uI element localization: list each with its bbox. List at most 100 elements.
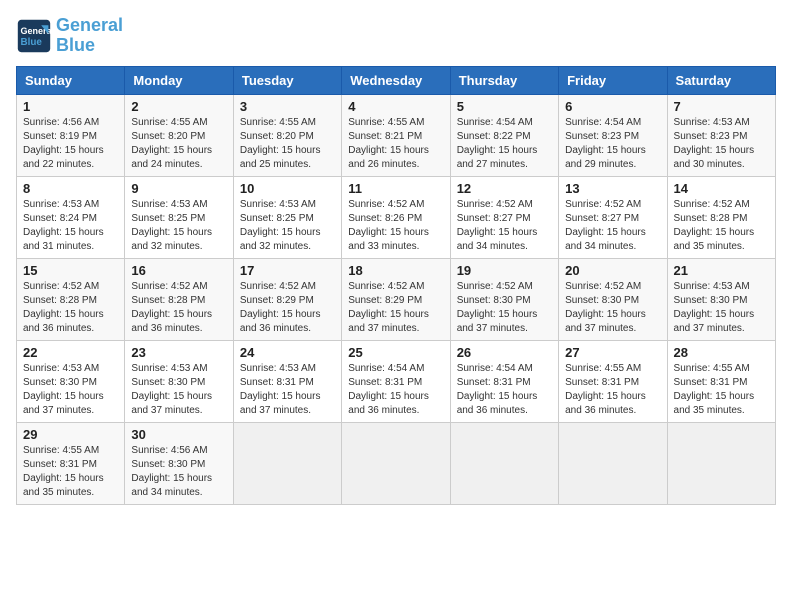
day-number: 23 xyxy=(131,345,226,360)
calendar-cell: 20 Sunrise: 4:52 AM Sunset: 8:30 PM Dayl… xyxy=(559,258,667,340)
calendar-cell: 2 Sunrise: 4:55 AM Sunset: 8:20 PM Dayli… xyxy=(125,94,233,176)
calendar-cell: 19 Sunrise: 4:52 AM Sunset: 8:30 PM Dayl… xyxy=(450,258,558,340)
calendar-cell: 8 Sunrise: 4:53 AM Sunset: 8:24 PM Dayli… xyxy=(17,176,125,258)
day-info: Sunrise: 4:52 AM Sunset: 8:29 PM Dayligh… xyxy=(348,280,443,336)
day-info: Sunrise: 4:55 AM Sunset: 8:31 PM Dayligh… xyxy=(674,362,769,418)
day-number: 9 xyxy=(131,181,226,196)
col-header-monday: Monday xyxy=(125,66,233,94)
day-info: Sunrise: 4:52 AM Sunset: 8:27 PM Dayligh… xyxy=(565,198,660,254)
col-header-friday: Friday xyxy=(559,66,667,94)
day-info: Sunrise: 4:53 AM Sunset: 8:30 PM Dayligh… xyxy=(131,362,226,418)
day-info: Sunrise: 4:55 AM Sunset: 8:31 PM Dayligh… xyxy=(23,444,118,500)
day-info: Sunrise: 4:54 AM Sunset: 8:31 PM Dayligh… xyxy=(348,362,443,418)
day-number: 1 xyxy=(23,99,118,114)
day-number: 5 xyxy=(457,99,552,114)
col-header-thursday: Thursday xyxy=(450,66,558,94)
day-number: 16 xyxy=(131,263,226,278)
calendar-cell: 13 Sunrise: 4:52 AM Sunset: 8:27 PM Dayl… xyxy=(559,176,667,258)
day-number: 2 xyxy=(131,99,226,114)
day-number: 25 xyxy=(348,345,443,360)
day-number: 24 xyxy=(240,345,335,360)
day-number: 10 xyxy=(240,181,335,196)
col-header-wednesday: Wednesday xyxy=(342,66,450,94)
day-info: Sunrise: 4:52 AM Sunset: 8:26 PM Dayligh… xyxy=(348,198,443,254)
calendar-cell: 24 Sunrise: 4:53 AM Sunset: 8:31 PM Dayl… xyxy=(233,340,341,422)
day-number: 26 xyxy=(457,345,552,360)
col-header-sunday: Sunday xyxy=(17,66,125,94)
day-number: 29 xyxy=(23,427,118,442)
day-info: Sunrise: 4:53 AM Sunset: 8:31 PM Dayligh… xyxy=(240,362,335,418)
day-info: Sunrise: 4:54 AM Sunset: 8:31 PM Dayligh… xyxy=(457,362,552,418)
day-info: Sunrise: 4:53 AM Sunset: 8:30 PM Dayligh… xyxy=(23,362,118,418)
calendar-cell: 28 Sunrise: 4:55 AM Sunset: 8:31 PM Dayl… xyxy=(667,340,775,422)
calendar-cell: 6 Sunrise: 4:54 AM Sunset: 8:23 PM Dayli… xyxy=(559,94,667,176)
calendar-cell: 25 Sunrise: 4:54 AM Sunset: 8:31 PM Dayl… xyxy=(342,340,450,422)
calendar-cell: 18 Sunrise: 4:52 AM Sunset: 8:29 PM Dayl… xyxy=(342,258,450,340)
calendar-cell: 15 Sunrise: 4:52 AM Sunset: 8:28 PM Dayl… xyxy=(17,258,125,340)
day-info: Sunrise: 4:55 AM Sunset: 8:31 PM Dayligh… xyxy=(565,362,660,418)
col-header-saturday: Saturday xyxy=(667,66,775,94)
day-info: Sunrise: 4:55 AM Sunset: 8:21 PM Dayligh… xyxy=(348,116,443,172)
day-info: Sunrise: 4:53 AM Sunset: 8:24 PM Dayligh… xyxy=(23,198,118,254)
day-info: Sunrise: 4:52 AM Sunset: 8:29 PM Dayligh… xyxy=(240,280,335,336)
day-info: Sunrise: 4:53 AM Sunset: 8:25 PM Dayligh… xyxy=(131,198,226,254)
calendar-cell: 12 Sunrise: 4:52 AM Sunset: 8:27 PM Dayl… xyxy=(450,176,558,258)
day-info: Sunrise: 4:53 AM Sunset: 8:23 PM Dayligh… xyxy=(674,116,769,172)
day-info: Sunrise: 4:53 AM Sunset: 8:30 PM Dayligh… xyxy=(674,280,769,336)
day-number: 20 xyxy=(565,263,660,278)
calendar-cell: 16 Sunrise: 4:52 AM Sunset: 8:28 PM Dayl… xyxy=(125,258,233,340)
calendar-cell: 23 Sunrise: 4:53 AM Sunset: 8:30 PM Dayl… xyxy=(125,340,233,422)
calendar-table: SundayMondayTuesdayWednesdayThursdayFrid… xyxy=(16,66,776,505)
svg-text:Blue: Blue xyxy=(21,37,43,48)
day-number: 3 xyxy=(240,99,335,114)
calendar-cell: 26 Sunrise: 4:54 AM Sunset: 8:31 PM Dayl… xyxy=(450,340,558,422)
day-info: Sunrise: 4:53 AM Sunset: 8:25 PM Dayligh… xyxy=(240,198,335,254)
page-header: General Blue GeneralBlue xyxy=(16,16,776,56)
logo-icon: General Blue xyxy=(16,18,52,54)
day-info: Sunrise: 4:52 AM Sunset: 8:30 PM Dayligh… xyxy=(565,280,660,336)
calendar-cell xyxy=(667,422,775,504)
day-number: 7 xyxy=(674,99,769,114)
calendar-cell: 27 Sunrise: 4:55 AM Sunset: 8:31 PM Dayl… xyxy=(559,340,667,422)
calendar-cell: 11 Sunrise: 4:52 AM Sunset: 8:26 PM Dayl… xyxy=(342,176,450,258)
calendar-cell xyxy=(233,422,341,504)
day-number: 22 xyxy=(23,345,118,360)
day-info: Sunrise: 4:52 AM Sunset: 8:27 PM Dayligh… xyxy=(457,198,552,254)
calendar-cell: 7 Sunrise: 4:53 AM Sunset: 8:23 PM Dayli… xyxy=(667,94,775,176)
day-info: Sunrise: 4:55 AM Sunset: 8:20 PM Dayligh… xyxy=(240,116,335,172)
day-info: Sunrise: 4:54 AM Sunset: 8:22 PM Dayligh… xyxy=(457,116,552,172)
calendar-cell xyxy=(450,422,558,504)
day-number: 8 xyxy=(23,181,118,196)
calendar-cell xyxy=(559,422,667,504)
day-number: 13 xyxy=(565,181,660,196)
day-number: 17 xyxy=(240,263,335,278)
day-info: Sunrise: 4:52 AM Sunset: 8:28 PM Dayligh… xyxy=(23,280,118,336)
day-number: 4 xyxy=(348,99,443,114)
day-info: Sunrise: 4:55 AM Sunset: 8:20 PM Dayligh… xyxy=(131,116,226,172)
calendar-cell: 1 Sunrise: 4:56 AM Sunset: 8:19 PM Dayli… xyxy=(17,94,125,176)
day-number: 12 xyxy=(457,181,552,196)
day-number: 28 xyxy=(674,345,769,360)
calendar-cell xyxy=(342,422,450,504)
day-number: 11 xyxy=(348,181,443,196)
calendar-cell: 21 Sunrise: 4:53 AM Sunset: 8:30 PM Dayl… xyxy=(667,258,775,340)
calendar-cell: 30 Sunrise: 4:56 AM Sunset: 8:30 PM Dayl… xyxy=(125,422,233,504)
day-info: Sunrise: 4:52 AM Sunset: 8:28 PM Dayligh… xyxy=(131,280,226,336)
calendar-cell: 9 Sunrise: 4:53 AM Sunset: 8:25 PM Dayli… xyxy=(125,176,233,258)
day-info: Sunrise: 4:52 AM Sunset: 8:30 PM Dayligh… xyxy=(457,280,552,336)
day-number: 21 xyxy=(674,263,769,278)
logo-text: GeneralBlue xyxy=(56,16,123,56)
calendar-cell: 3 Sunrise: 4:55 AM Sunset: 8:20 PM Dayli… xyxy=(233,94,341,176)
day-number: 18 xyxy=(348,263,443,278)
day-number: 14 xyxy=(674,181,769,196)
logo: General Blue GeneralBlue xyxy=(16,16,123,56)
day-number: 30 xyxy=(131,427,226,442)
calendar-cell: 10 Sunrise: 4:53 AM Sunset: 8:25 PM Dayl… xyxy=(233,176,341,258)
day-info: Sunrise: 4:52 AM Sunset: 8:28 PM Dayligh… xyxy=(674,198,769,254)
day-number: 27 xyxy=(565,345,660,360)
day-number: 19 xyxy=(457,263,552,278)
calendar-cell: 17 Sunrise: 4:52 AM Sunset: 8:29 PM Dayl… xyxy=(233,258,341,340)
col-header-tuesday: Tuesday xyxy=(233,66,341,94)
day-info: Sunrise: 4:54 AM Sunset: 8:23 PM Dayligh… xyxy=(565,116,660,172)
calendar-cell: 4 Sunrise: 4:55 AM Sunset: 8:21 PM Dayli… xyxy=(342,94,450,176)
